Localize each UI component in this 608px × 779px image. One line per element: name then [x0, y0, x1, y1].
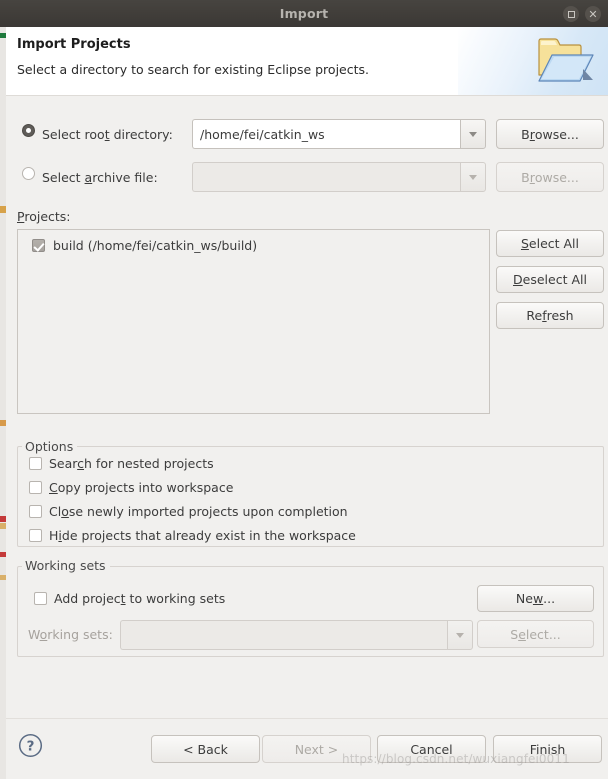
checkbox-label: Close newly imported projects upon compl…	[49, 504, 348, 519]
checkbox-search-nested-projects[interactable]: Search for nested projects	[29, 456, 214, 471]
chevron-down-icon	[469, 174, 477, 180]
root-directory-combo[interactable]: /home/fei/catkin_ws	[192, 119, 486, 149]
window-title: Import	[279, 6, 329, 21]
finish-button[interactable]: Finish	[493, 735, 602, 763]
list-item[interactable]: build (/home/fei/catkin_ws/build)	[32, 238, 257, 253]
browse-archive-file-button[interactable]: Br owse...	[496, 162, 604, 192]
deselect-all-button[interactable]: Deselect All	[496, 266, 604, 293]
select-working-sets-button[interactable]: Se lect...	[477, 620, 594, 648]
open-folder-icon	[538, 38, 594, 82]
options-legend: Options	[22, 439, 78, 454]
mnemonic-letter: e	[518, 626, 526, 642]
maximize-glyph	[567, 10, 575, 18]
label-working-sets: Working sets:	[28, 627, 113, 642]
checkbox-copy-projects-into-workspace[interactable]: Copy projects into workspace	[29, 480, 233, 495]
label-select-root-directory: Select root directory:	[42, 127, 173, 142]
project-label: build (/home/fei/catkin_ws/build)	[53, 238, 258, 253]
mnemonic-letter: S	[520, 236, 529, 251]
browse-root-directory-button[interactable]: Br owse...	[496, 119, 604, 149]
checkbox[interactable]	[29, 457, 42, 470]
mnemonic-letter: C	[49, 480, 58, 495]
help-icon[interactable]: ?	[18, 733, 43, 758]
root-directory-dropdown-arrow[interactable]	[460, 119, 486, 149]
checkbox-close-newly-imported-projects[interactable]: Close newly imported projects upon compl…	[29, 504, 348, 519]
mnemonic-letter: w	[532, 591, 544, 606]
projects-list[interactable]: build (/home/fei/catkin_ws/build)	[17, 229, 490, 414]
radio-select-root-directory[interactable]	[22, 124, 35, 137]
import-projects-dialog: Import ✕ Import Projects Select a direct…	[0, 0, 608, 779]
next-button[interactable]: Next >	[262, 735, 371, 763]
checkbox[interactable]	[29, 529, 42, 542]
root-directory-input[interactable]: /home/fei/catkin_ws	[192, 119, 460, 149]
mnemonic-letter: D	[513, 272, 523, 287]
checkbox-label: Search for nested projects	[49, 456, 214, 471]
wizard-header: Import Projects Select a directory to se…	[6, 27, 608, 95]
cancel-button[interactable]: Cancel	[377, 735, 486, 763]
archive-file-combo[interactable]	[192, 162, 486, 192]
mnemonic-letter: c	[77, 456, 85, 471]
chevron-down-icon	[469, 131, 477, 137]
select-all-button[interactable]: Select All	[496, 230, 604, 257]
archive-file-dropdown-arrow[interactable]	[460, 162, 486, 192]
checkbox[interactable]	[29, 505, 42, 518]
page-subtitle: Select a directory to search for existin…	[17, 62, 369, 77]
label-select-archive-file: Select archive file:	[42, 170, 158, 185]
checkbox-label: Copy projects into workspace	[49, 480, 234, 495]
checkbox-label: Hide projects that already exist in the …	[49, 528, 356, 543]
checkbox-hide-existing-projects[interactable]: Hide projects that already exist in the …	[29, 528, 356, 543]
working-sets-input[interactable]	[120, 620, 447, 650]
checkbox-label: Add project to working sets	[54, 591, 226, 606]
label-projects: Projects:	[17, 209, 71, 224]
working-sets-dropdown-arrow[interactable]	[447, 620, 473, 650]
close-icon[interactable]: ✕	[585, 6, 601, 22]
dialog-body: Select root directory: /home/fei/catkin_…	[6, 96, 608, 718]
back-button[interactable]: < Back	[151, 735, 260, 763]
maximize-icon[interactable]	[563, 6, 579, 22]
checkbox[interactable]	[29, 481, 42, 494]
refresh-button[interactable]: Re f resh	[496, 302, 604, 329]
dialog-footer: ? < Back Next > Cancel Finish	[6, 718, 608, 779]
project-checkbox[interactable]	[32, 239, 45, 252]
new-working-set-button[interactable]: Ne w...	[477, 585, 594, 612]
checkbox-add-project-to-working-sets[interactable]: Add project to working sets	[34, 591, 225, 606]
chevron-down-icon	[456, 632, 464, 638]
header-separator	[6, 95, 608, 96]
mnemonic-letter: o	[61, 504, 69, 519]
working-sets-legend: Working sets	[22, 558, 110, 573]
radio-select-archive-file[interactable]	[22, 167, 35, 180]
window-title-bar[interactable]: Import ✕	[0, 0, 608, 27]
archive-file-input[interactable]	[192, 162, 460, 192]
checkbox[interactable]	[34, 592, 47, 605]
svg-text:?: ?	[27, 738, 35, 754]
page-title: Import Projects	[17, 37, 131, 52]
working-sets-combo[interactable]	[120, 620, 473, 650]
close-glyph: ✕	[588, 7, 598, 21]
